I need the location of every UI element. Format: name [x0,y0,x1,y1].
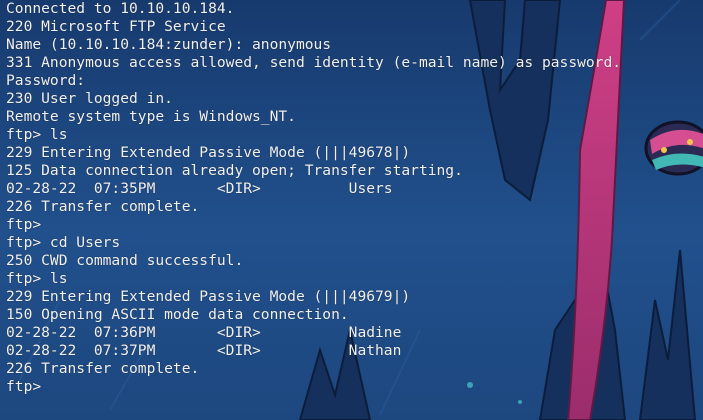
terminal-line-transfer-complete: 226 Transfer complete. [6,198,200,215]
terminal-line-password-prompt: Password: [6,72,86,89]
terminal-line-empty-prompt: ftp> [6,216,42,233]
terminal-line-connected: Connected to 10.10.10.184. [6,0,235,17]
terminal-line-ascii-mode: 150 Opening ASCII mode data connection. [6,306,349,323]
terminal-line-ftp-banner: 220 Microsoft FTP Service [6,18,226,35]
terminal-line-dir-entry: 02-28-22 07:36PM <DIR> Nadine [6,324,402,341]
terminal-line-dir-entry: 02-28-22 07:35PM <DIR> Users [6,180,393,197]
terminal-line-anonymous-allowed: 331 Anonymous access allowed, send ident… [6,54,622,71]
terminal-line-system-type: Remote system type is Windows_NT. [6,108,296,125]
terminal-prompt-text: ftp> [6,378,42,395]
terminal-line-command-ls: ftp> ls [6,126,68,143]
terminal-line-dir-entry: 02-28-22 07:37PM <DIR> Nathan [6,342,402,359]
terminal-line-cwd-success: 250 CWD command successful. [6,252,244,269]
terminal-line-name-prompt: Name (10.10.10.184:zunder): anonymous [6,36,332,53]
terminal-line-passive-mode: 229 Entering Extended Passive Mode (|||4… [6,144,411,161]
terminal-output[interactable]: Connected to 10.10.10.184. 220 Microsoft… [6,0,696,420]
terminal-line-command-cd: ftp> cd Users [6,234,121,251]
terminal-line-command-ls: ftp> ls [6,270,68,287]
terminal-cursor [41,379,48,393]
terminal-line-logged-in: 230 User logged in. [6,90,173,107]
terminal-line-passive-mode: 229 Entering Extended Passive Mode (|||4… [6,288,411,305]
terminal-line-transfer-complete: 226 Transfer complete. [6,360,200,377]
terminal-line-active-prompt[interactable]: ftp> [6,378,696,396]
terminal-line-data-connection: 125 Data connection already open; Transf… [6,162,463,179]
